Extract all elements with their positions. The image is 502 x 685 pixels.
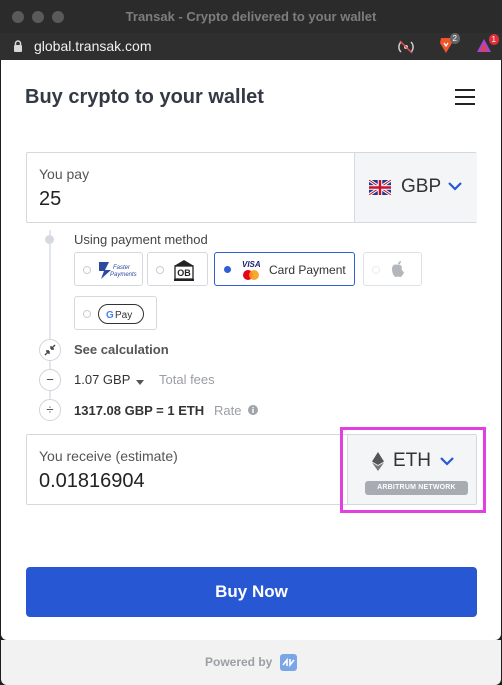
google-pay-logo-icon: G Pay <box>98 304 144 324</box>
collapse-arrows-icon[interactable] <box>39 339 61 361</box>
uk-flag-icon <box>369 180 391 195</box>
apple-pay-option[interactable] <box>363 252 422 286</box>
rate-label: Rate <box>214 403 242 418</box>
radio-selected <box>224 266 231 273</box>
page-title: Buy crypto to your wallet <box>25 86 264 108</box>
buy-now-button[interactable]: Buy Now <box>26 567 477 617</box>
faster-payments-option[interactable]: Faster Payments <box>74 252 143 286</box>
pay-label: You pay <box>39 166 90 182</box>
divide-icon: ÷ <box>39 399 61 421</box>
transak-logo-icon <box>280 654 297 671</box>
faster-payments-logo-icon: Faster Payments <box>99 262 137 279</box>
fp-text-2: Payments <box>110 272 137 278</box>
broadcast-off-icon[interactable] <box>398 40 414 54</box>
visa-mastercard-icon: VISA <box>242 260 261 280</box>
total-fees-label: Total fees <box>159 372 215 387</box>
card-payment-option[interactable]: VISA Card Payment <box>214 252 355 286</box>
widget-panel: Buy crypto to your wallet You pay 25 GBP… <box>1 60 501 640</box>
hamburger-menu-icon[interactable] <box>455 89 475 105</box>
lock-icon <box>14 40 22 52</box>
google-pay-option[interactable]: G Pay <box>74 296 157 330</box>
open-banking-option[interactable]: OB <box>147 252 208 286</box>
fiat-currency-code: GBP <box>401 176 442 197</box>
fiat-currency-select[interactable]: GBP <box>354 153 477 222</box>
card-payment-label: Card Payment <box>269 263 346 277</box>
visa-text: VISA <box>242 260 261 269</box>
see-calculation-link[interactable]: See calculation <box>74 342 169 357</box>
window-titlebar: Transak - Crypto delivered to your walle… <box>0 0 502 33</box>
radio-unselected <box>83 310 91 318</box>
chevron-down-icon <box>448 182 462 191</box>
pay-amount-field[interactable]: You pay 25 <box>27 153 354 222</box>
receive-label: You receive (estimate) <box>39 448 178 464</box>
brave-shields-button[interactable]: 2 <box>439 33 460 54</box>
highlight-outline <box>340 427 486 513</box>
fees-value[interactable]: 1.07 GBP <box>74 372 130 387</box>
rate-value: 1317.08 GBP = 1 ETH <box>74 403 205 418</box>
powered-by-text: Powered by <box>205 655 273 669</box>
info-icon[interactable] <box>248 405 258 415</box>
fp-text-1: Faster <box>113 265 131 271</box>
minus-icon: − <box>39 369 61 391</box>
window-title: Transak - Crypto delivered to your walle… <box>125 9 377 24</box>
bank-building-icon: OB <box>174 260 194 281</box>
ob-text: OB <box>177 268 191 278</box>
address-bar[interactable]: global.transak.com 2 1 <box>0 33 502 60</box>
radio-unselected <box>83 266 91 274</box>
radio-unselected <box>156 266 164 274</box>
gpay-g-text: G <box>106 310 114 321</box>
rewards-count-badge: 1 <box>488 34 499 45</box>
footer: Powered by <box>1 640 501 685</box>
rewards-button[interactable]: 1 <box>476 34 499 53</box>
url-text[interactable]: global.transak.com <box>34 38 152 54</box>
pay-amount-input[interactable]: 25 <box>39 188 61 211</box>
gpay-text: Pay <box>115 310 132 321</box>
radio-unselected <box>372 266 380 274</box>
payment-method-label: Using payment method <box>74 232 208 247</box>
shields-count-badge: 2 <box>449 33 460 44</box>
fees-caret-down-icon[interactable] <box>136 380 144 385</box>
timeline-dot <box>45 235 54 244</box>
receive-amount-value: 0.01816904 <box>39 470 145 492</box>
apple-logo-icon <box>392 261 404 277</box>
pay-amount-group: You pay 25 GBP <box>26 152 477 223</box>
